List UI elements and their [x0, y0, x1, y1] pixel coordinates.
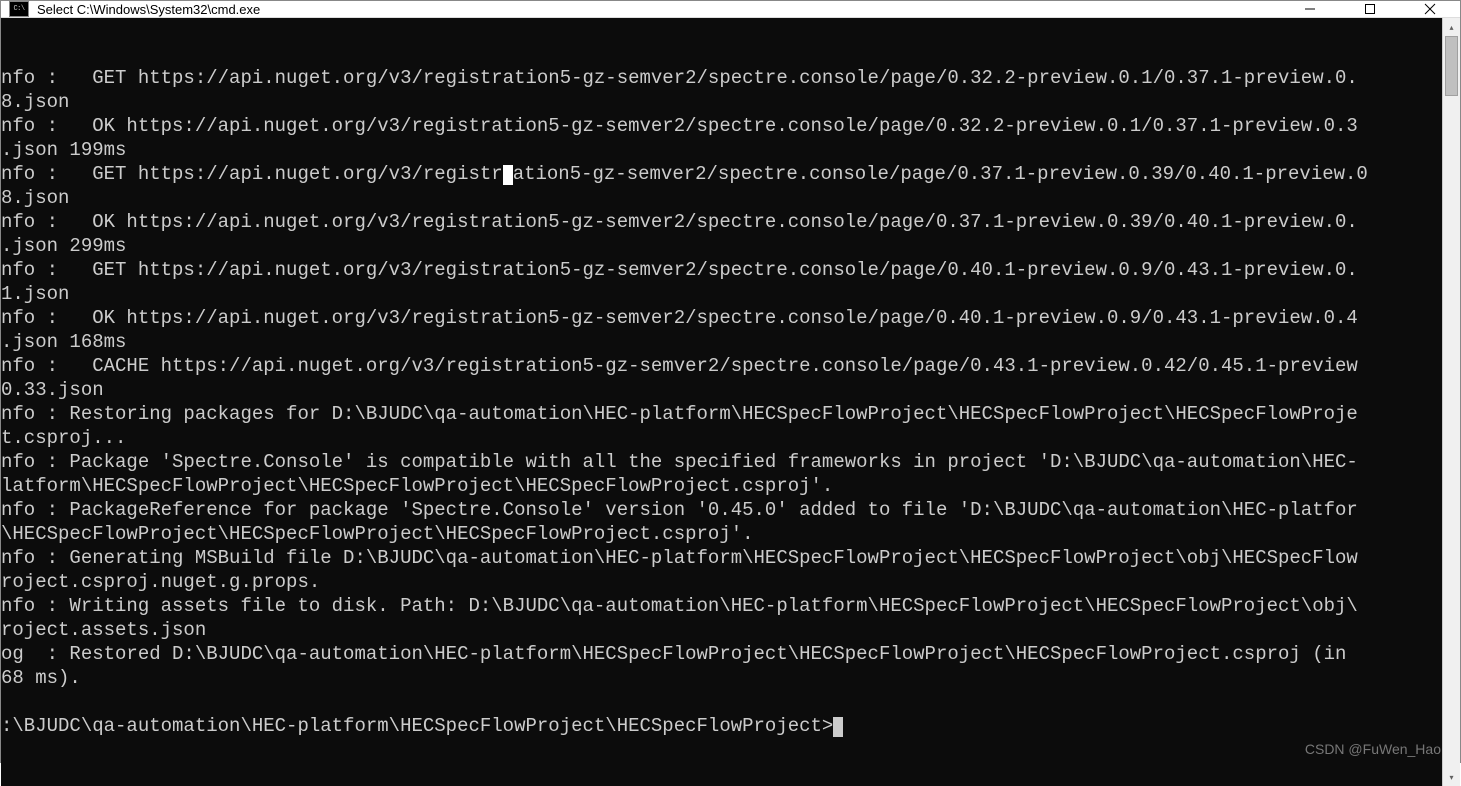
terminal-line: 68 ms).: [1, 666, 1442, 690]
selection-cursor: [503, 165, 513, 185]
terminal-line: .json 199ms: [1, 138, 1442, 162]
terminal-line: [1, 690, 1442, 714]
terminal[interactable]: nfo : GET https://api.nuget.org/v3/regis…: [1, 18, 1442, 786]
terminal-line: :\BJUDC\qa-automation\HEC-platform\HECSp…: [1, 714, 1442, 738]
terminal-line: nfo : Writing assets file to disk. Path:…: [1, 594, 1442, 618]
terminal-line: nfo : OK https://api.nuget.org/v3/regist…: [1, 114, 1442, 138]
terminal-line: roject.assets.json: [1, 618, 1442, 642]
scrollbar-up-arrow[interactable]: ▴: [1443, 18, 1460, 36]
terminal-line: nfo : PackageReference for package 'Spec…: [1, 498, 1442, 522]
terminal-line: nfo : GET https://api.nuget.org/v3/regis…: [1, 66, 1442, 90]
terminal-line: 1.json: [1, 282, 1442, 306]
scrollbar-down-arrow[interactable]: ▾: [1443, 768, 1460, 786]
terminal-line: nfo : GET https://api.nuget.org/v3/regis…: [1, 162, 1442, 186]
terminal-line: .json 299ms: [1, 234, 1442, 258]
scrollbar-thumb[interactable]: [1445, 36, 1458, 96]
vertical-scrollbar[interactable]: ▴ ▾: [1442, 18, 1460, 786]
titlebar[interactable]: C:\ Select C:\Windows\System32\cmd.exe: [1, 1, 1460, 18]
terminal-line: \HECSpecFlowProject\HECSpecFlowProject\H…: [1, 522, 1442, 546]
terminal-line: latform\HECSpecFlowProject\HECSpecFlowPr…: [1, 474, 1442, 498]
prompt-cursor: [833, 717, 843, 737]
maximize-button[interactable]: [1340, 1, 1400, 17]
cmd-window: C:\ Select C:\Windows\System32\cmd.exe n…: [0, 0, 1461, 763]
close-button[interactable]: [1400, 1, 1460, 17]
window-controls: [1280, 1, 1460, 17]
terminal-line: nfo : OK https://api.nuget.org/v3/regist…: [1, 306, 1442, 330]
terminal-area: nfo : GET https://api.nuget.org/v3/regis…: [1, 18, 1460, 786]
window-title: Select C:\Windows\System32\cmd.exe: [37, 2, 1280, 17]
terminal-content[interactable]: nfo : GET https://api.nuget.org/v3/regis…: [1, 66, 1442, 738]
terminal-line: nfo : GET https://api.nuget.org/v3/regis…: [1, 258, 1442, 282]
terminal-line: 8.json: [1, 186, 1442, 210]
terminal-line: nfo : Package 'Spectre.Console' is compa…: [1, 450, 1442, 474]
scrollbar-track[interactable]: [1443, 36, 1460, 768]
terminal-line: .json 168ms: [1, 330, 1442, 354]
minimize-button[interactable]: [1280, 1, 1340, 17]
terminal-line: roject.csproj.nuget.g.props.: [1, 570, 1442, 594]
terminal-line: nfo : Restoring packages for D:\BJUDC\qa…: [1, 402, 1442, 426]
terminal-line: t.csproj...: [1, 426, 1442, 450]
terminal-line: nfo : Generating MSBuild file D:\BJUDC\q…: [1, 546, 1442, 570]
terminal-line: 8.json: [1, 90, 1442, 114]
terminal-line: og : Restored D:\BJUDC\qa-automation\HEC…: [1, 642, 1442, 666]
terminal-line: nfo : CACHE https://api.nuget.org/v3/reg…: [1, 354, 1442, 378]
app-icon: C:\: [9, 1, 29, 17]
terminal-line: 0.33.json: [1, 378, 1442, 402]
terminal-line: nfo : OK https://api.nuget.org/v3/regist…: [1, 210, 1442, 234]
